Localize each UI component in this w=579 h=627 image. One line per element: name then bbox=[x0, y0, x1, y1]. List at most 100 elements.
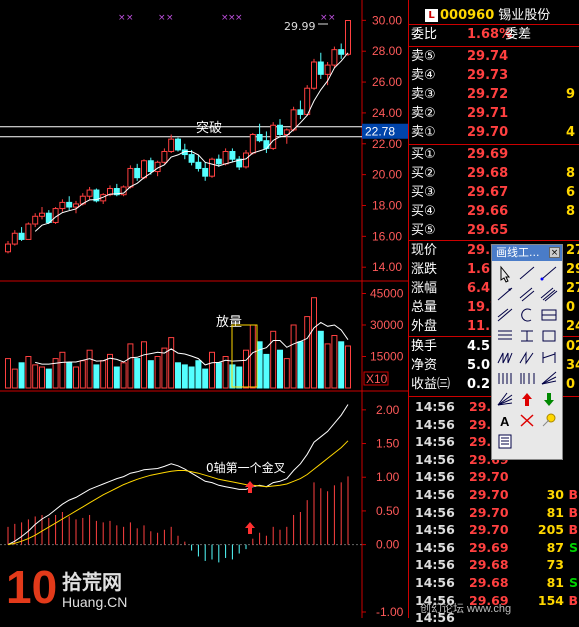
drawing-toolbox[interactable]: 画线工... × A bbox=[491, 244, 563, 460]
stat-extra: 0 bbox=[566, 300, 576, 315]
volume-bar bbox=[338, 341, 345, 389]
channel-icon[interactable] bbox=[540, 287, 558, 302]
macd-tick-label: -1.00 bbox=[376, 605, 404, 618]
stock-chart[interactable]: 30.00 28.00 26.00 24.00 22.00 20.00 18.00 16.00… bbox=[0, 0, 408, 618]
highlight-icon[interactable] bbox=[542, 413, 556, 427]
stat-price: 1.6 bbox=[467, 262, 491, 277]
tick-dir: B bbox=[568, 504, 578, 520]
price-ma-line bbox=[34, 52, 349, 232]
volume-bar bbox=[134, 358, 141, 389]
order-ratio-label: 委比 bbox=[411, 27, 438, 42]
tick-row: 14:56 29.69 87 S bbox=[409, 539, 579, 557]
ask-price: 29.71 bbox=[467, 106, 509, 121]
volume-bar bbox=[175, 362, 181, 389]
tick-vol: 81 bbox=[546, 504, 564, 520]
toolbox-title[interactable]: 画线工... × bbox=[492, 245, 562, 261]
pointer-icon[interactable] bbox=[500, 265, 511, 283]
arrow-line-icon[interactable] bbox=[497, 287, 513, 301]
tick-time: 14:56 bbox=[415, 539, 455, 555]
fib-lines-icon[interactable] bbox=[498, 330, 512, 340]
candle-body bbox=[5, 243, 11, 253]
macd-dea-line bbox=[7, 440, 349, 546]
volume-bar bbox=[93, 364, 100, 389]
macd-tick-label: 2.00 bbox=[376, 403, 400, 417]
volume-bar bbox=[215, 362, 222, 389]
ask-row: 卖③ 29.72 9 bbox=[409, 86, 579, 104]
candle-body bbox=[317, 61, 324, 75]
volume-unit-label: X10 bbox=[366, 372, 388, 386]
macd-indicator bbox=[7, 404, 349, 563]
bid-label: 买② bbox=[411, 166, 436, 181]
volume-annotation: 放量 bbox=[216, 315, 242, 330]
tick-row: 14:56 29.70 30 B bbox=[409, 486, 579, 504]
watermark-cn: 拾荒网 bbox=[62, 572, 122, 594]
price-axis-labels: 30.00 28.00 26.00 24.00 22.00 20.00 18.00 16.00… bbox=[362, 13, 404, 618]
tick-price: 29.70 bbox=[469, 522, 509, 538]
breakout-annotation: 突破 bbox=[196, 120, 222, 136]
volume-bars bbox=[5, 297, 351, 389]
tick-price: 29.70 bbox=[469, 487, 509, 502]
tick-vol: 81 bbox=[546, 575, 564, 590]
line-icon[interactable] bbox=[519, 266, 535, 280]
period-icon[interactable] bbox=[521, 330, 533, 342]
fib-time-icon[interactable] bbox=[520, 373, 535, 384]
macd-cross-annotation: 0轴第一个金叉 bbox=[206, 460, 286, 475]
candle-body bbox=[175, 138, 181, 151]
up-arrow-icon[interactable] bbox=[522, 393, 532, 406]
tick-price: 29.70 bbox=[469, 469, 509, 485]
tick-vol: 87 bbox=[546, 539, 564, 555]
candle-body bbox=[222, 150, 229, 165]
bid-price: 29.65 bbox=[467, 223, 509, 238]
notes-icon[interactable] bbox=[498, 434, 512, 449]
gann-icon[interactable] bbox=[542, 352, 556, 363]
bid-price: 29.67 bbox=[467, 185, 509, 200]
bid-label: 买④ bbox=[411, 204, 436, 219]
stat-extra: 27 bbox=[566, 281, 579, 296]
stat-label: 涨幅 bbox=[411, 281, 438, 296]
event-marker: × bbox=[235, 13, 243, 23]
macd-tick-label: 1.00 bbox=[376, 470, 400, 484]
tick-time: 14:56 bbox=[415, 469, 455, 485]
tick-row: 14:56 29.68 73 bbox=[409, 556, 579, 574]
parallel-icon[interactable] bbox=[519, 287, 535, 302]
volume-bar bbox=[236, 366, 243, 389]
stat-label: 涨跌 bbox=[411, 262, 438, 277]
cycle-lines-icon[interactable] bbox=[498, 373, 512, 384]
speed-lines-icon[interactable] bbox=[541, 371, 557, 385]
volume-bar bbox=[331, 335, 338, 389]
ray-icon[interactable] bbox=[540, 266, 557, 281]
bid-price: 29.68 bbox=[467, 166, 509, 181]
tick-time: 14:56 bbox=[415, 434, 455, 450]
down-arrow-icon[interactable] bbox=[544, 393, 554, 406]
bid-price: 29.69 bbox=[467, 147, 509, 162]
price-tick-label: 14.00 bbox=[372, 260, 402, 274]
fan-line-icon[interactable] bbox=[497, 308, 513, 322]
breakout-level-label: 22.78 bbox=[365, 125, 395, 139]
stat-label: 外盘 bbox=[411, 319, 438, 334]
order-diff-label: 委差 bbox=[505, 27, 532, 42]
event-marker: × bbox=[158, 13, 166, 23]
text-tool-label[interactable]: A bbox=[500, 414, 510, 429]
candle-body bbox=[209, 158, 215, 177]
delete-icon[interactable] bbox=[520, 414, 534, 427]
volume-bar bbox=[256, 341, 263, 389]
volume-bar bbox=[154, 356, 161, 389]
volume-bar bbox=[73, 366, 79, 389]
rect-icon[interactable] bbox=[542, 330, 556, 342]
arc-icon[interactable] bbox=[521, 308, 532, 322]
wave-icon[interactable] bbox=[497, 352, 513, 364]
toolbox-grid[interactable]: A bbox=[492, 262, 562, 460]
close-icon[interactable]: × bbox=[549, 247, 560, 258]
box-icon[interactable] bbox=[541, 309, 557, 321]
volume-bar bbox=[32, 364, 39, 389]
gann-fan-icon[interactable] bbox=[497, 392, 513, 406]
candle-body bbox=[168, 138, 175, 152]
zigzag-icon[interactable] bbox=[519, 351, 534, 365]
tick-dir: B bbox=[568, 487, 578, 502]
candle-body bbox=[11, 232, 18, 245]
volume-bar bbox=[79, 360, 86, 389]
stat2-extra: 0 bbox=[566, 377, 576, 392]
stat-extra: 27 bbox=[566, 243, 579, 258]
volume-bar bbox=[243, 349, 249, 389]
volume-bar bbox=[283, 358, 290, 389]
